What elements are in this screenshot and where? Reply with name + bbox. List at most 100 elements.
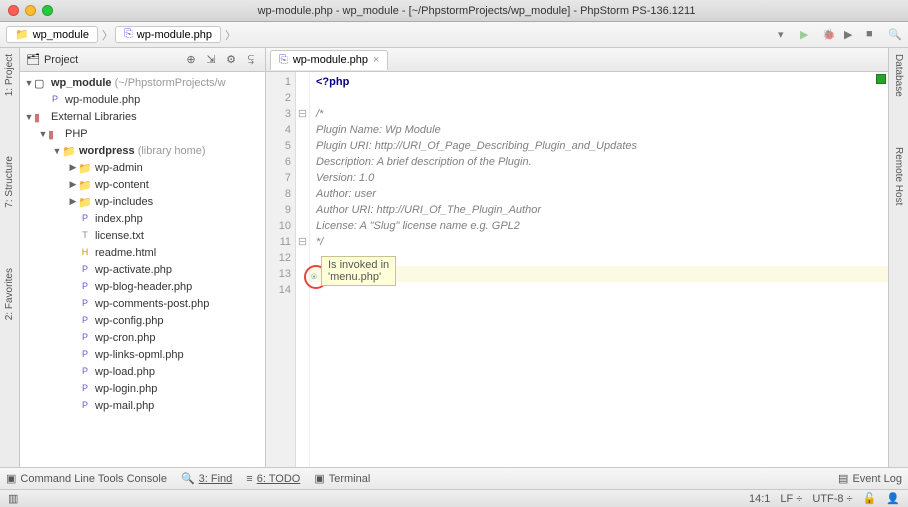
code-editor[interactable]: 1 2 3 4 5 6 7 8 9 10 11 12 13 14 ⊟ ⊟	[266, 72, 888, 467]
breadcrumb-root[interactable]: 📁 wp_module	[6, 26, 98, 43]
search-icon[interactable]: 🔍	[888, 28, 902, 42]
php-file-icon: P	[78, 298, 92, 310]
breadcrumb-file[interactable]: ⎘ wp-module.php	[115, 26, 221, 43]
line-gutter: 1 2 3 4 5 6 7 8 9 10 11 12 13 14	[266, 72, 296, 467]
tree-file[interactable]: Pwp-blog-header.php	[20, 278, 265, 295]
tree-file[interactable]: Pwp-activate.php	[20, 261, 265, 278]
tree-file[interactable]: Pwp-links-opml.php	[20, 346, 265, 363]
tree-dir[interactable]: ▶📁wp-admin	[20, 159, 265, 176]
tree-dir[interactable]: ▶📁wp-content	[20, 176, 265, 193]
editor-tab[interactable]: ⎘ wp-module.php ×	[270, 50, 388, 70]
terminal-icon: ▣	[314, 472, 324, 485]
text-file-icon: T	[78, 230, 92, 242]
todo-icon: ≡	[246, 473, 252, 485]
tool-window-project[interactable]: 1: Project	[4, 54, 15, 96]
file-encoding[interactable]: UTF-8 ÷	[812, 493, 852, 505]
project-panel-header: 🗂 Project ⊕ ⇲ ⚙ ⥹	[20, 48, 265, 72]
tree-file[interactable]: Pindex.php	[20, 210, 265, 227]
tree-label: readme.html	[95, 247, 156, 259]
tool-command-line[interactable]: ▣Command Line Tools Console	[6, 472, 167, 485]
window-controls	[8, 5, 53, 16]
debug-icon[interactable]: 🐞	[822, 28, 836, 42]
close-icon[interactable]: ×	[373, 54, 379, 66]
tree-file[interactable]: Pwp-cron.php	[20, 329, 265, 346]
readonly-lock-icon[interactable]: 🔓	[863, 492, 877, 505]
current-line-highlight	[310, 266, 888, 282]
tree-wordpress[interactable]: ▼📁wordpress (library home)	[20, 142, 265, 159]
tree-label: wp-includes	[95, 196, 153, 208]
hide-icon[interactable]: ⥹	[243, 52, 259, 68]
tree-label: wp-mail.php	[95, 400, 154, 412]
collapse-all-icon[interactable]: ⇲	[203, 52, 219, 68]
event-log[interactable]: ▤Event Log	[838, 472, 902, 485]
tool-window-remote-host[interactable]: Remote Host	[893, 147, 904, 205]
code-text: Plugin URI: http://URI_Of_Page_Describin…	[316, 140, 637, 152]
line-number: 13	[266, 266, 291, 282]
tool-find[interactable]: 🔍3: Find	[181, 472, 232, 485]
inspection-ok-marker[interactable]	[876, 74, 886, 84]
line-separator[interactable]: LF ÷	[780, 493, 802, 505]
php-file-icon: ⎘	[279, 54, 288, 67]
breadcrumb-label: wp_module	[33, 29, 89, 41]
tree-dir[interactable]: ▶📁wp-includes	[20, 193, 265, 210]
tool-window-database[interactable]: Database	[893, 54, 904, 97]
tree-label: wp-login.php	[95, 383, 157, 395]
coverage-icon[interactable]: ▶	[844, 28, 858, 42]
tree-file[interactable]: Pwp-comments-post.php	[20, 295, 265, 312]
tool-window-favorites[interactable]: 2: Favorites	[4, 268, 15, 320]
tool-todo[interactable]: ≡ 6: TODO	[246, 473, 300, 485]
search-icon: 🔍	[181, 472, 195, 485]
tree-file[interactable]: Pwp-module.php	[20, 91, 265, 108]
code-text: Author: user	[316, 188, 376, 200]
tool-window-structure[interactable]: 7: Structure	[4, 156, 15, 208]
code-text: Description: A brief description of the …	[316, 156, 532, 168]
dropdown-icon[interactable]: ▾	[778, 28, 792, 42]
code-content[interactable]: <?php /* Plugin Name: Wp Module Plugin U…	[310, 72, 888, 467]
gear-icon[interactable]: ⚙	[223, 52, 239, 68]
project-tree[interactable]: ▼▢wp_module (~/PhpstormProjects/w Pwp-mo…	[20, 72, 265, 467]
html-file-icon: H	[78, 247, 92, 259]
tree-file[interactable]: Pwp-login.php	[20, 380, 265, 397]
tool-terminal[interactable]: ▣Terminal	[314, 472, 370, 485]
tree-label: wp-config.php	[95, 315, 164, 327]
php-file-icon: P	[78, 349, 92, 361]
code-text: Version: 1.0	[316, 172, 374, 184]
tab-label: wp-module.php	[293, 54, 368, 66]
hector-icon[interactable]: 👤	[886, 492, 900, 505]
tree-file[interactable]: Tlicense.txt	[20, 227, 265, 244]
tree-label: wordpress	[79, 145, 135, 157]
caret-position[interactable]: 14:1	[749, 493, 770, 505]
php-file-icon: P	[78, 213, 92, 225]
line-number: 2	[266, 90, 291, 106]
tree-hint: (library home)	[138, 145, 206, 157]
tree-file[interactable]: Pwp-load.php	[20, 363, 265, 380]
tree-file[interactable]: Hreadme.html	[20, 244, 265, 261]
php-file-icon: P	[78, 383, 92, 395]
project-icon: 🗂	[26, 53, 40, 66]
panel-title: Project	[44, 54, 179, 66]
tree-label: wp-module.php	[65, 94, 140, 106]
tool-label: 6: TODO	[257, 473, 301, 485]
project-panel: 🗂 Project ⊕ ⇲ ⚙ ⥹ ▼▢wp_module (~/Phpstor…	[20, 48, 266, 467]
folder-icon: 📁	[78, 179, 92, 191]
run-icon[interactable]: ▶	[800, 28, 814, 42]
line-number: 3	[266, 106, 291, 122]
scroll-from-source-icon[interactable]: ⊕	[183, 52, 199, 68]
close-window-button[interactable]	[8, 5, 19, 16]
tree-file[interactable]: Pwp-mail.php	[20, 397, 265, 414]
tooltip-text: Is invoked in	[328, 259, 389, 271]
stop-icon[interactable]: ■	[866, 28, 880, 42]
zoom-window-button[interactable]	[42, 5, 53, 16]
tool-label: Event Log	[852, 473, 902, 485]
tool-window-toggle-icon[interactable]: ▥	[8, 492, 18, 505]
tree-root[interactable]: ▼▢wp_module (~/PhpstormProjects/w	[20, 74, 265, 91]
tree-label: wp-load.php	[95, 366, 155, 378]
tree-file[interactable]: Pwp-config.php	[20, 312, 265, 329]
chevron-right-icon: 〉	[102, 27, 113, 43]
line-number: 1	[266, 74, 291, 90]
line-number: 5	[266, 138, 291, 154]
window-title: wp-module.php - wp_module - [~/PhpstormP…	[53, 5, 900, 17]
minimize-window-button[interactable]	[25, 5, 36, 16]
tree-php-lib[interactable]: ▼▮PHP	[20, 125, 265, 142]
tree-external-libraries[interactable]: ▼▮External Libraries	[20, 108, 265, 125]
